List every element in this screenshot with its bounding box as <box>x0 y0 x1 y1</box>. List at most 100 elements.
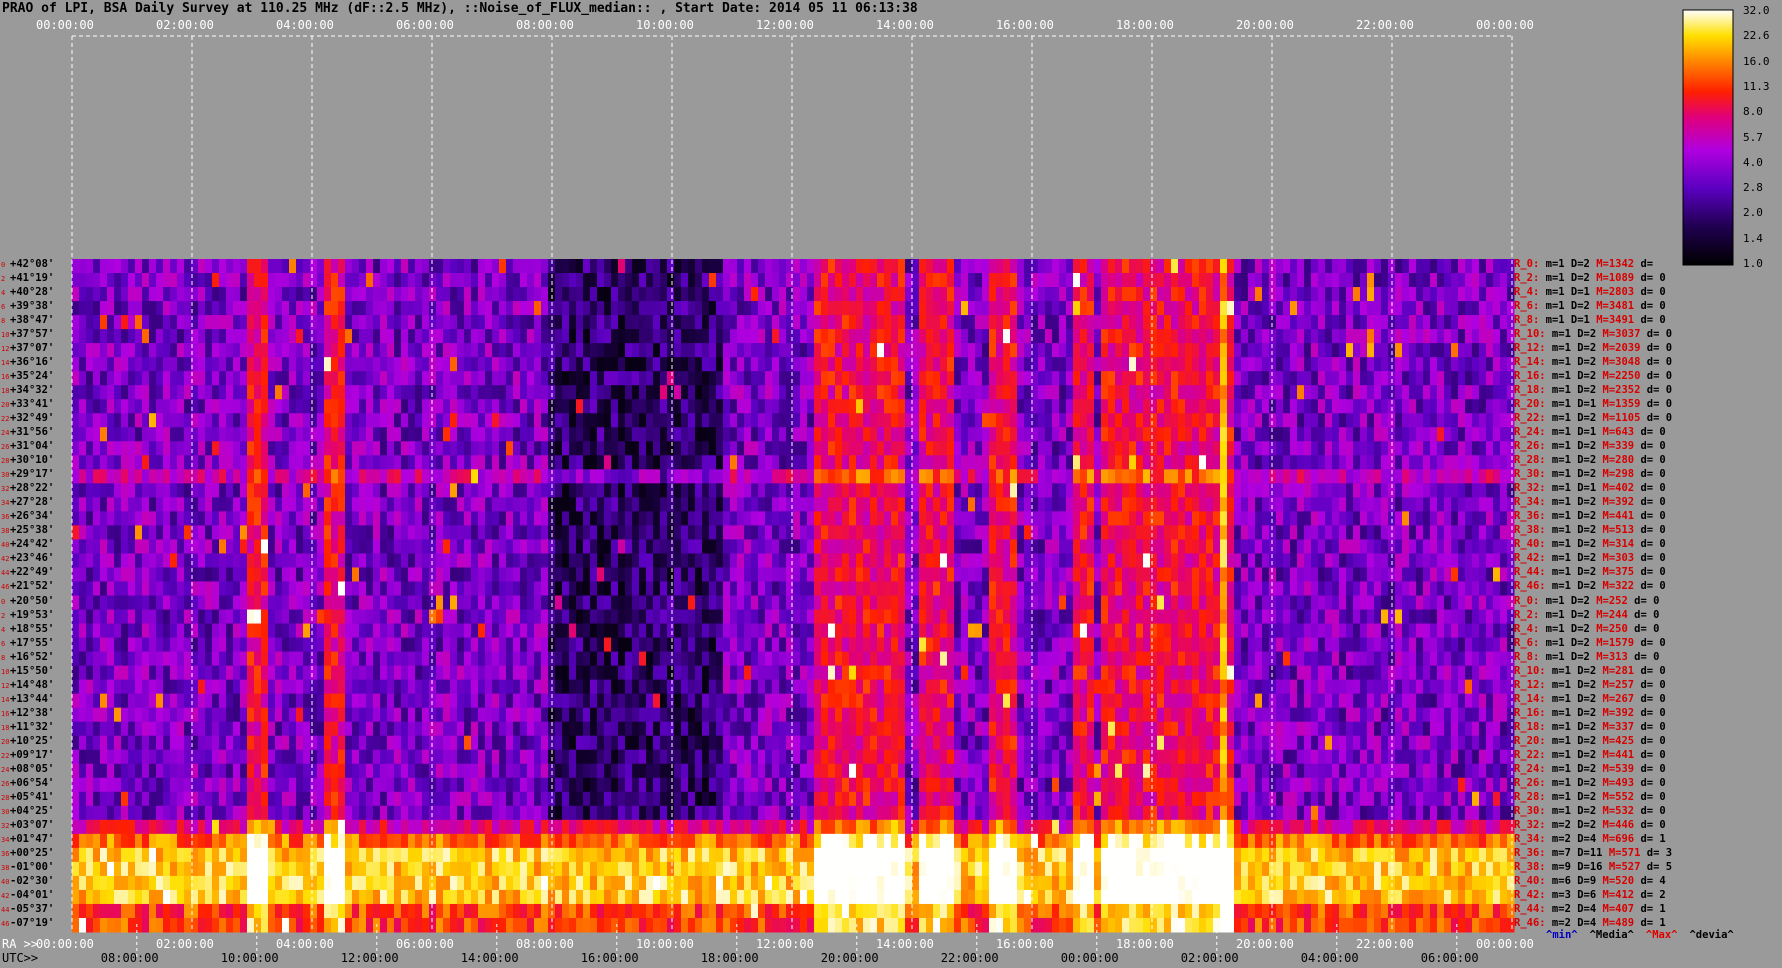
declination-label: +37°07' <box>10 342 55 355</box>
beam-max: M=3481 <box>1596 300 1641 313</box>
beam-min: m=1 <box>1545 426 1578 439</box>
colorbar-tick-label: 4.0 <box>1743 155 1763 169</box>
beam-deviation: d= 0 <box>1646 342 1673 355</box>
beam-max: M=441 <box>1602 748 1641 761</box>
beam-min: m=2 <box>1545 818 1578 831</box>
beam-min: m=1 <box>1539 636 1571 649</box>
row-index-label: 42 <box>1 891 10 900</box>
beam-name: R_26: <box>1514 776 1546 789</box>
declination-label: +36°16' <box>10 356 55 369</box>
beam-name: R_4: <box>1514 286 1540 299</box>
utc-tick-label: 20:00:00 <box>820 951 879 965</box>
row-index-label: 12 <box>1 681 10 690</box>
row-index-label: 14 <box>1 695 10 704</box>
beam-name: R_40: <box>1514 874 1546 887</box>
declination-label: +39°38' <box>10 300 55 313</box>
beam-median: D=1 <box>1570 314 1597 327</box>
beam-max: M=252 <box>1596 594 1635 607</box>
beam-stat-row: R_32: m=1 D=1 M=402 d= 0 <box>1514 482 1666 494</box>
declination-label: +12°38' <box>10 706 55 719</box>
beam-median: D=2 <box>1570 258 1597 270</box>
beam-min: m=1 <box>1545 762 1578 775</box>
beam-median: D=2 <box>1577 720 1603 733</box>
beam-median: D=16 <box>1577 860 1609 873</box>
beam-deviation: d= 3 <box>1646 846 1673 859</box>
utc-tick-label: 22:00:00 <box>940 951 999 965</box>
stats-legend: ^min^ ^Media^ ^Max^ ^devia^ <box>1546 929 1746 941</box>
beam-min: m=1 <box>1539 314 1571 327</box>
beam-min: m=1 <box>1545 748 1578 761</box>
beam-name: R_2: <box>1514 272 1540 285</box>
colorbar-tick-label: 11.3 <box>1743 79 1770 93</box>
beam-median: D=2 <box>1577 762 1603 775</box>
row-index-label: 6 <box>1 639 6 648</box>
beam-max: M=337 <box>1602 720 1641 733</box>
beam-median: D=2 <box>1577 328 1603 341</box>
declination-label: +34°32' <box>10 384 55 397</box>
beam-deviation: d= 0 <box>1640 664 1666 677</box>
beam-min: m=1 <box>1545 482 1578 495</box>
beam-stat-row: R_0: m=1 D=2 M=252 d= 0 <box>1514 595 1659 607</box>
beam-deviation: d= 0 <box>1640 818 1666 831</box>
beam-deviation: d= 0 <box>1640 314 1666 327</box>
beam-name: R_30: <box>1514 468 1546 481</box>
row-index-label: 4 <box>1 625 6 634</box>
beam-max: M=1579 <box>1596 636 1641 649</box>
beam-stat-row: R_32: m=2 D=2 M=446 d= 0 <box>1514 819 1666 831</box>
beam-deviation: d= 0 <box>1646 412 1673 425</box>
beam-median: D=2 <box>1570 608 1597 621</box>
beam-max: M=375 <box>1602 566 1641 579</box>
beam-min: m=1 <box>1545 342 1578 355</box>
declination-label: +25°38' <box>10 524 55 537</box>
beam-max: M=392 <box>1602 496 1641 509</box>
beam-stat-row: R_22: m=1 D=2 M=441 d= 0 <box>1514 749 1666 761</box>
beam-median: D=1 <box>1570 286 1597 299</box>
beam-min: m=7 <box>1545 846 1578 859</box>
row-index-label: 40 <box>1 877 10 886</box>
beam-stat-row: R_6: m=1 D=2 M=1579 d= 0 <box>1514 637 1666 649</box>
row-index-label: 6 <box>1 303 6 312</box>
beam-stat-row: R_22: m=1 D=2 M=1105 d= 0 <box>1514 412 1672 424</box>
beam-min: m=1 <box>1539 300 1571 313</box>
beam-max: M=314 <box>1602 538 1641 551</box>
beam-median: D=2 <box>1577 440 1603 453</box>
declination-label: +28°22' <box>10 482 55 495</box>
declination-label: +42°08' <box>10 258 55 270</box>
beam-median: D=2 <box>1577 454 1603 467</box>
beam-stat-row: R_14: m=1 D=2 M=267 d= 0 <box>1514 693 1666 705</box>
beam-max: M=3491 <box>1596 314 1641 327</box>
beam-min: m=1 <box>1545 580 1578 593</box>
beam-stat-row: R_24: m=1 D=1 M=643 d= 0 <box>1514 426 1666 438</box>
beam-median: D=9 <box>1577 874 1603 887</box>
beam-max: M=532 <box>1602 804 1641 817</box>
beam-min: m=1 <box>1539 286 1571 299</box>
ra-tick-label: 00:00:00 <box>36 937 94 951</box>
beam-name: R_6: <box>1514 300 1540 313</box>
beam-deviation: d= 0 <box>1640 552 1666 565</box>
beam-median: D=2 <box>1577 538 1603 551</box>
colorbar-tick-label: 2.8 <box>1743 181 1763 195</box>
beam-max: M=339 <box>1602 440 1641 453</box>
declination-label: -02°30' <box>10 874 55 887</box>
beam-stat-row: R_20: m=1 D=1 M=1359 d= 0 <box>1514 398 1672 410</box>
ra-tick-label: 06:00:00 <box>396 937 454 951</box>
beam-max: M=539 <box>1602 762 1641 775</box>
beam-stat-row: R_14: m=1 D=2 M=3048 d= 0 <box>1514 356 1672 368</box>
beam-stat-row: R_44: m=2 D=4 M=407 d= 1 <box>1514 903 1666 915</box>
declination-label: +00°25' <box>10 846 55 859</box>
beam-min: m=1 <box>1545 496 1578 509</box>
beam-min: m=1 <box>1545 454 1578 467</box>
beam-min: m=1 <box>1545 510 1578 523</box>
beam-deviation: d= 0 <box>1640 720 1666 733</box>
beam-max: M=407 <box>1602 902 1641 915</box>
beam-name: R_12: <box>1514 678 1546 691</box>
beam-min: m=1 <box>1545 720 1578 733</box>
beam-stat-row: R_30: m=1 D=2 M=298 d= 0 <box>1514 468 1666 480</box>
beam-median: D=2 <box>1570 272 1597 285</box>
beam-median: D=1 <box>1577 398 1603 411</box>
declination-label: +35°24' <box>10 370 55 383</box>
beam-name: R_14: <box>1514 356 1546 369</box>
beam-stat-row: R_10: m=1 D=2 M=3037 d= 0 <box>1514 328 1672 340</box>
utc-tick-label: 14:00:00 <box>460 951 519 965</box>
ra-tick-label: 10:00:00 <box>636 937 694 951</box>
